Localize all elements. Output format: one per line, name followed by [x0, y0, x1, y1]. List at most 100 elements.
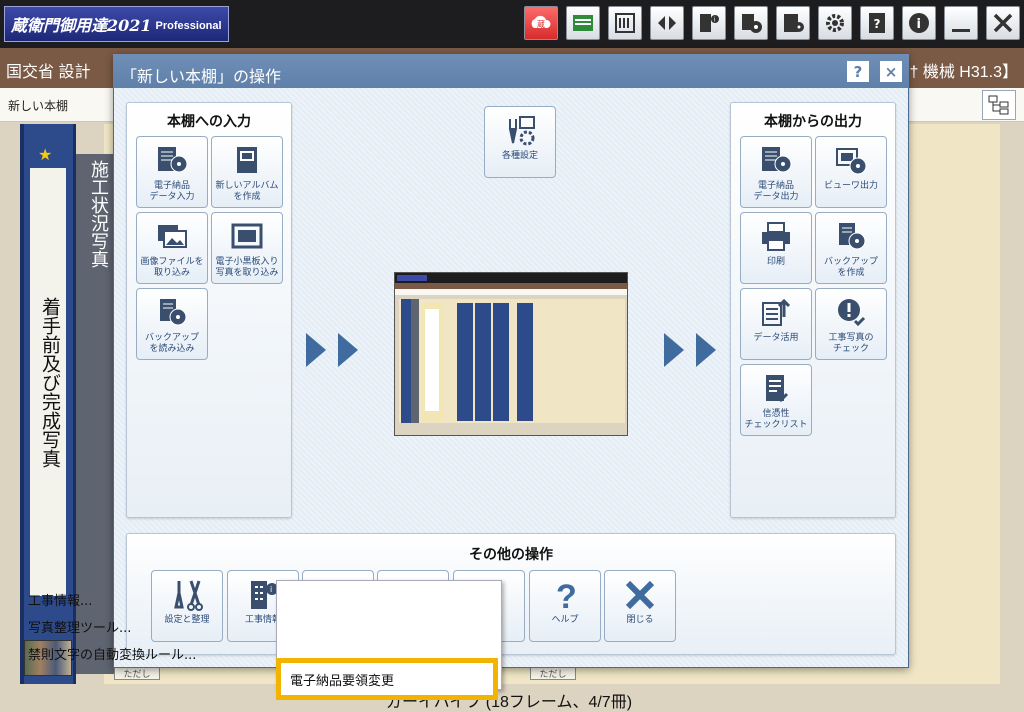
photo-window-button[interactable] — [566, 6, 600, 40]
checklist-icon — [766, 375, 789, 403]
settings-organize-button[interactable]: 設定と整理 — [151, 570, 223, 642]
button-label: 画像ファイルを 取り込み — [140, 257, 204, 278]
project-name-right: † 機械 H31.3】 — [909, 64, 1019, 81]
create-backup-button[interactable]: バックアップ を作成 — [815, 212, 887, 284]
kura-button[interactable]: 蔵 — [524, 6, 558, 40]
construction-info-icon: i — [700, 14, 719, 32]
app-logo: 蔵衛門御用達2021 Professional — [4, 6, 229, 42]
svg-text:i: i — [917, 17, 921, 32]
logo-sub: Professional — [155, 19, 222, 32]
button-label: 印刷 — [766, 257, 785, 267]
building-button[interactable] — [608, 6, 642, 40]
split-view-button[interactable] — [650, 6, 684, 40]
tree-icon — [988, 95, 1009, 115]
close-app-button[interactable] — [986, 6, 1020, 40]
building-icon — [615, 13, 635, 33]
shelf-label: ただし — [530, 666, 576, 680]
button-label: バックアップ を読み込み — [144, 333, 199, 354]
button-label: データ活用 — [753, 333, 799, 343]
viewer-output-button[interactable]: ビューワ出力 — [815, 136, 887, 208]
button-label: ヘルプ — [551, 615, 579, 625]
button-label: 各種設定 — [501, 151, 538, 161]
settings-main-button[interactable]: 各種設定 — [484, 106, 556, 178]
blackboard-icon — [231, 223, 263, 249]
credibility-checklist-button[interactable]: 信憑性 チェックリスト — [740, 364, 812, 436]
shelf-label: ただし — [114, 666, 160, 680]
close-dialog-button[interactable]: 閉じる — [604, 570, 676, 642]
info-icon: i — [909, 13, 929, 33]
tools-icon — [174, 580, 203, 611]
button-label: 設定と整理 — [164, 615, 210, 625]
kura-icon: 蔵 — [531, 15, 551, 29]
logo-main: 蔵衛門御用達2021 — [11, 16, 152, 35]
info-button[interactable]: i — [902, 6, 936, 40]
menu-item-construction-info[interactable]: 工事情報... — [28, 590, 92, 609]
disc-doc-icon — [158, 147, 188, 173]
split-view-icon — [658, 16, 676, 30]
flow-arrow-icon — [306, 333, 326, 367]
import-images-button[interactable]: 画像ファイルを 取り込み — [136, 212, 208, 284]
project-name-left: 国交省 設計 — [6, 64, 91, 81]
output-panel-title: 本棚からの出力 — [764, 114, 862, 130]
tree-view-button[interactable] — [982, 90, 1016, 120]
button-label: 工事写真の チェック — [828, 333, 874, 354]
disc-icon — [742, 14, 762, 33]
svg-text:?: ? — [874, 17, 881, 31]
photo-check-icon — [838, 299, 866, 327]
help-book-icon: ? — [869, 13, 885, 33]
button-label: 電子納品 データ入力 — [149, 181, 195, 202]
calculator-icon — [784, 14, 804, 32]
close-icon — [993, 13, 1013, 33]
edelivery-input-button[interactable]: 電子納品 データ入力 — [136, 136, 208, 208]
star-icon: ★ — [38, 145, 53, 164]
import-blackboard-photos-button[interactable]: 電子小黒板入り 写真を取り込み — [211, 212, 283, 284]
backup-load-icon — [160, 299, 187, 326]
svg-text:蔵: 蔵 — [537, 19, 545, 29]
dialog-help-button[interactable]: ? — [847, 61, 869, 82]
dialog-close-button[interactable]: × — [880, 61, 902, 82]
help-icon: ? — [556, 578, 577, 613]
calculator-button[interactable] — [776, 6, 810, 40]
backup-create-icon — [839, 223, 866, 250]
help-book-button[interactable]: ? — [860, 6, 894, 40]
disc-doc-icon — [762, 147, 792, 173]
album-icon — [237, 147, 257, 173]
input-panel-title: 本棚への入力 — [167, 114, 251, 130]
dialog-title: 「新しい本棚」の操作 — [113, 54, 909, 88]
help-button[interactable]: ? ヘルプ — [529, 570, 601, 642]
menu-item-edelivery-change[interactable]: 電子納品要領変更 — [290, 670, 394, 689]
shelf-name: 新しい本棚 — [8, 99, 69, 113]
gear-icon — [826, 14, 844, 32]
button-label: 電子納品 データ出力 — [753, 181, 799, 202]
button-label: 新しいアルバム を作成 — [215, 181, 279, 202]
edelivery-output-button[interactable]: 電子納品 データ出力 — [740, 136, 812, 208]
album-title: 施工状況写真 — [88, 160, 109, 268]
menu-item-forbidden-chars[interactable]: 禁則文字の自動変換ルール... — [28, 644, 196, 663]
settings-button[interactable] — [818, 6, 852, 40]
menu-item-photo-tool[interactable]: 写真整理ツール... — [28, 617, 131, 636]
photo-window-icon — [573, 15, 593, 31]
button-label: 信憑性 チェックリスト — [744, 409, 808, 430]
construction-info-button[interactable]: i — [692, 6, 726, 40]
print-button[interactable]: 印刷 — [740, 212, 812, 284]
button-label: 電子小黒板入り 写真を取り込み — [215, 257, 279, 278]
button-label: 閉じる — [626, 615, 654, 625]
svg-text:i: i — [270, 585, 272, 594]
bookshelf-preview-image — [394, 272, 628, 436]
flow-arrow-icon — [338, 333, 358, 367]
minimize-button[interactable] — [944, 6, 978, 40]
svg-text:?: ? — [556, 578, 577, 613]
data-use-button[interactable]: データ活用 — [740, 288, 812, 360]
flow-arrow-icon — [664, 333, 684, 367]
new-album-button[interactable]: 新しいアルバム を作成 — [211, 136, 283, 208]
disc-button[interactable] — [734, 6, 768, 40]
flow-arrow-icon — [696, 333, 716, 367]
button-label: ビューワ出力 — [823, 181, 878, 191]
data-use-icon — [762, 298, 791, 326]
photo-check-button[interactable]: 工事写真の チェック — [815, 288, 887, 360]
other-panel-title: その他の操作 — [469, 547, 553, 563]
minimize-icon — [952, 29, 970, 32]
load-backup-button[interactable]: バックアップ を読み込み — [136, 288, 208, 360]
tools-gear-icon — [508, 116, 535, 146]
viewer-icon — [836, 148, 867, 175]
